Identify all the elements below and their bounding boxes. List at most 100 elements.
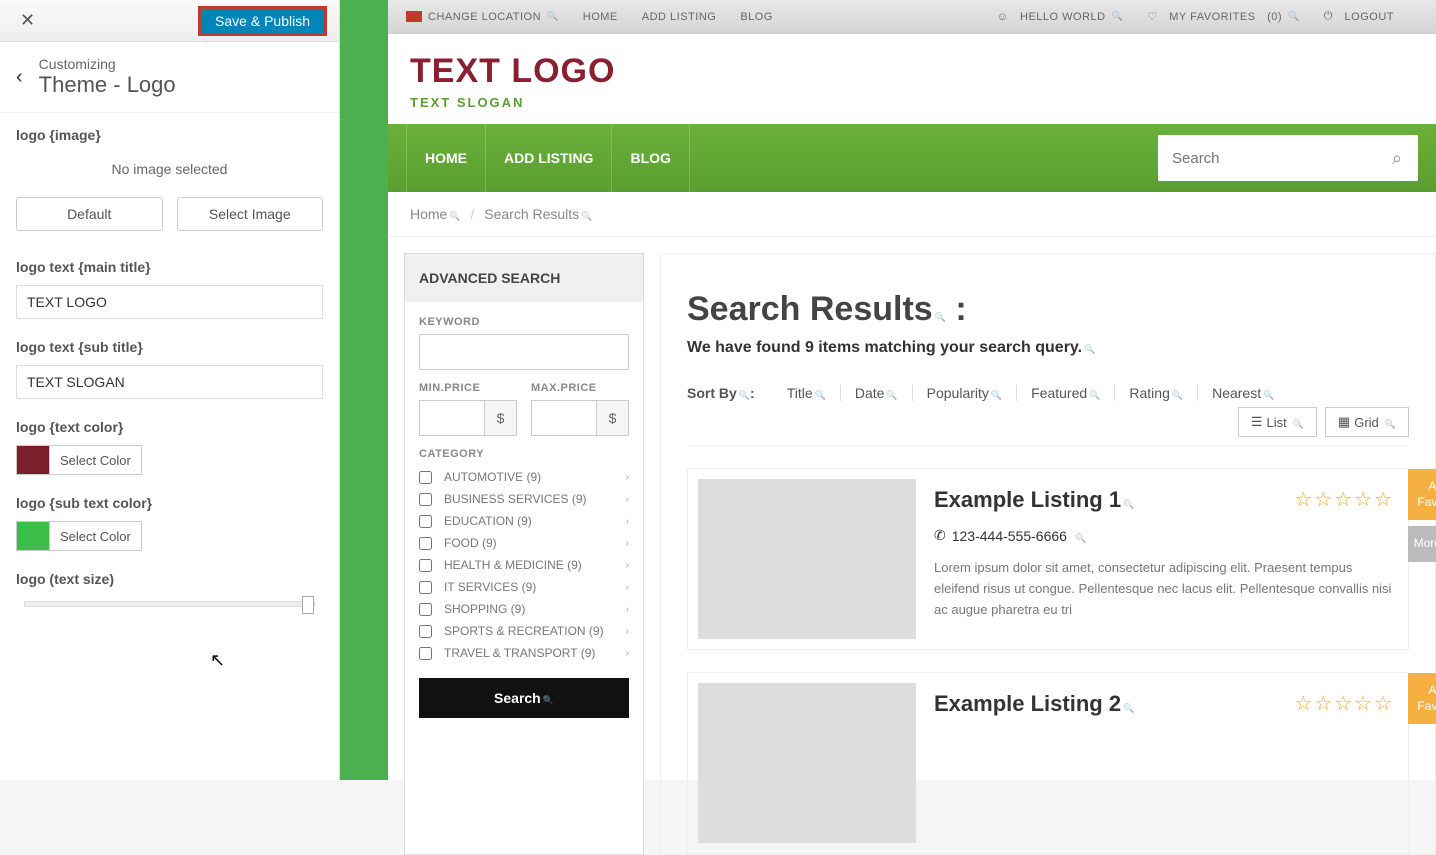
- category-label: FOOD (9): [444, 536, 497, 550]
- category-item[interactable]: BUSINESS SERVICES (9)›: [419, 488, 629, 510]
- category-item[interactable]: FOOD (9)›: [419, 532, 629, 554]
- nav-search-input[interactable]: [1172, 150, 1392, 167]
- sort-option[interactable]: Featured: [1017, 385, 1115, 401]
- nav-blog[interactable]: BLOG: [612, 124, 689, 192]
- main-title-input[interactable]: [16, 285, 323, 319]
- flag-icon: [406, 11, 422, 22]
- nav-search-box: ⌕: [1158, 135, 1418, 181]
- results-colon: :: [946, 290, 967, 328]
- category-checkbox[interactable]: [419, 537, 432, 550]
- category-item[interactable]: TRAVEL & TRANSPORT (9)›: [419, 642, 629, 664]
- sub-text-color-swatch[interactable]: [16, 521, 50, 551]
- category-label: BUSINESS SERVICES (9): [444, 492, 587, 506]
- search-icon[interactable]: ⌕: [1392, 148, 1402, 169]
- customizing-label: Customizing: [39, 56, 176, 72]
- top-utility-bar: CHANGE LOCATION HOME ADD LISTING BLOG ☺ …: [388, 0, 1436, 34]
- sort-option[interactable]: Popularity: [913, 385, 1017, 401]
- listing-phone: ✆123-444-555-6666: [934, 527, 1394, 544]
- heart-icon: ♡: [1147, 10, 1157, 23]
- max-price-label: MAX.PRICE: [531, 382, 629, 394]
- category-checkbox[interactable]: [419, 559, 432, 572]
- rating-stars[interactable]: ☆☆☆☆☆: [1294, 487, 1394, 512]
- topbar-blog-link[interactable]: BLOG: [740, 11, 773, 23]
- category-checkbox[interactable]: [419, 625, 432, 638]
- sort-option[interactable]: Date: [841, 385, 913, 401]
- change-location-link[interactable]: CHANGE LOCATION: [428, 11, 559, 23]
- chevron-right-icon: ›: [626, 472, 629, 483]
- category-checkbox[interactable]: [419, 603, 432, 616]
- advanced-search-title: ADVANCED SEARCH: [405, 254, 643, 302]
- max-currency: $: [597, 400, 629, 436]
- rating-stars[interactable]: ☆☆☆☆☆: [1294, 691, 1394, 716]
- text-size-slider[interactable]: [24, 601, 315, 607]
- section-titles: Customizing Theme - Logo: [39, 56, 176, 98]
- category-checkbox[interactable]: [419, 493, 432, 506]
- breadcrumb-sep: /: [470, 206, 474, 222]
- category-checkbox[interactable]: [419, 471, 432, 484]
- category-checkbox[interactable]: [419, 647, 432, 660]
- add-favorite-button[interactable]: Add Favorite: [1408, 469, 1436, 520]
- list-view-button[interactable]: ☰List: [1238, 407, 1317, 437]
- sub-text-color-label: logo {sub text color}: [16, 495, 323, 511]
- smile-icon: ☺: [997, 11, 1009, 23]
- listing-row: ☆☆☆☆☆Example Listing 1✆123-444-555-6666L…: [687, 468, 1409, 650]
- category-label: TRAVEL & TRANSPORT (9): [444, 646, 595, 660]
- customizer-header: ✕ Save & Publish: [0, 0, 339, 42]
- advanced-search-button[interactable]: Search: [419, 678, 629, 718]
- section-head: ‹ Customizing Theme - Logo: [0, 42, 339, 113]
- min-currency: $: [485, 400, 517, 436]
- sort-option[interactable]: Title: [773, 385, 841, 401]
- max-price-input[interactable]: [531, 400, 597, 436]
- min-price-input[interactable]: [419, 400, 485, 436]
- keyword-input[interactable]: [419, 334, 629, 370]
- keyword-label: KEYWORD: [419, 316, 629, 328]
- sort-option[interactable]: Nearest: [1198, 385, 1288, 401]
- chevron-right-icon: ›: [626, 516, 629, 527]
- sort-option[interactable]: Rating: [1115, 385, 1198, 401]
- slider-handle[interactable]: [302, 596, 314, 614]
- category-item[interactable]: EDUCATION (9)›: [419, 510, 629, 532]
- save-publish-button[interactable]: Save & Publish: [198, 6, 327, 36]
- list-icon: ☰: [1251, 414, 1263, 430]
- select-image-button[interactable]: Select Image: [177, 197, 324, 231]
- category-checkbox[interactable]: [419, 515, 432, 528]
- add-favorite-button[interactable]: Add Favorite: [1408, 673, 1436, 724]
- back-button[interactable]: ‹: [16, 66, 23, 89]
- power-icon: ⏻: [1324, 10, 1333, 23]
- topbar-add-listing-link[interactable]: ADD LISTING: [642, 11, 717, 23]
- category-item[interactable]: SHOPPING (9) ›: [419, 598, 629, 620]
- grid-icon: ▦: [1338, 414, 1350, 430]
- more-info-button[interactable]: More Info: [1408, 526, 1436, 562]
- brand-slogan-text: TEXT SLOGAN: [410, 95, 1414, 110]
- breadcrumb-home[interactable]: Home: [410, 206, 461, 222]
- favorites-link[interactable]: ♡ MY FAVORITES (0): [1147, 10, 1299, 23]
- brand-logo-text: TEXT LOGO: [410, 52, 1414, 91]
- customizer-panel: ✕ Save & Publish ‹ Customizing Theme - L…: [0, 0, 340, 780]
- topbar-home-link[interactable]: HOME: [583, 11, 618, 23]
- category-item[interactable]: SPORTS & RECREATION (9)›: [419, 620, 629, 642]
- nav-add-listing[interactable]: ADD LISTING: [486, 124, 612, 192]
- preview-pane: CHANGE LOCATION HOME ADD LISTING BLOG ☺ …: [340, 0, 1436, 780]
- text-color-swatch[interactable]: [16, 445, 50, 475]
- logout-link[interactable]: ⏻ LOGOUT: [1324, 10, 1394, 23]
- hello-user-link[interactable]: ☺ HELLO WORLD: [997, 11, 1124, 23]
- default-button[interactable]: Default: [16, 197, 163, 231]
- category-label: SHOPPING (9): [444, 602, 525, 616]
- category-item[interactable]: IT SERVICES (9)›: [419, 576, 629, 598]
- listing-row: ☆☆☆☆☆Example Listing 2Add Favorite: [687, 672, 1409, 854]
- main-title-label: logo text {main title}: [16, 259, 323, 275]
- category-item[interactable]: HEALTH & MEDICINE (9)›: [419, 554, 629, 576]
- close-customizer-button[interactable]: ✕: [12, 10, 43, 31]
- nav-home[interactable]: HOME: [406, 124, 486, 192]
- category-checkbox[interactable]: [419, 581, 432, 594]
- chevron-right-icon: ›: [626, 604, 629, 615]
- category-item[interactable]: AUTOMOTIVE (9)›: [419, 466, 629, 488]
- results-panel: Search Results : We have found 9 items m…: [660, 253, 1436, 855]
- grid-view-button[interactable]: ▦Grid: [1325, 407, 1409, 437]
- select-sub-text-color-button[interactable]: Select Color: [50, 521, 142, 551]
- sub-title-label: logo text {sub title}: [16, 339, 323, 355]
- advanced-search-panel: ADVANCED SEARCH KEYWORD MIN.PRICE $: [404, 253, 644, 855]
- sub-title-input[interactable]: [16, 365, 323, 399]
- select-text-color-button[interactable]: Select Color: [50, 445, 142, 475]
- sort-row: Sort By: TitleDatePopularityFeaturedRati…: [687, 385, 1409, 446]
